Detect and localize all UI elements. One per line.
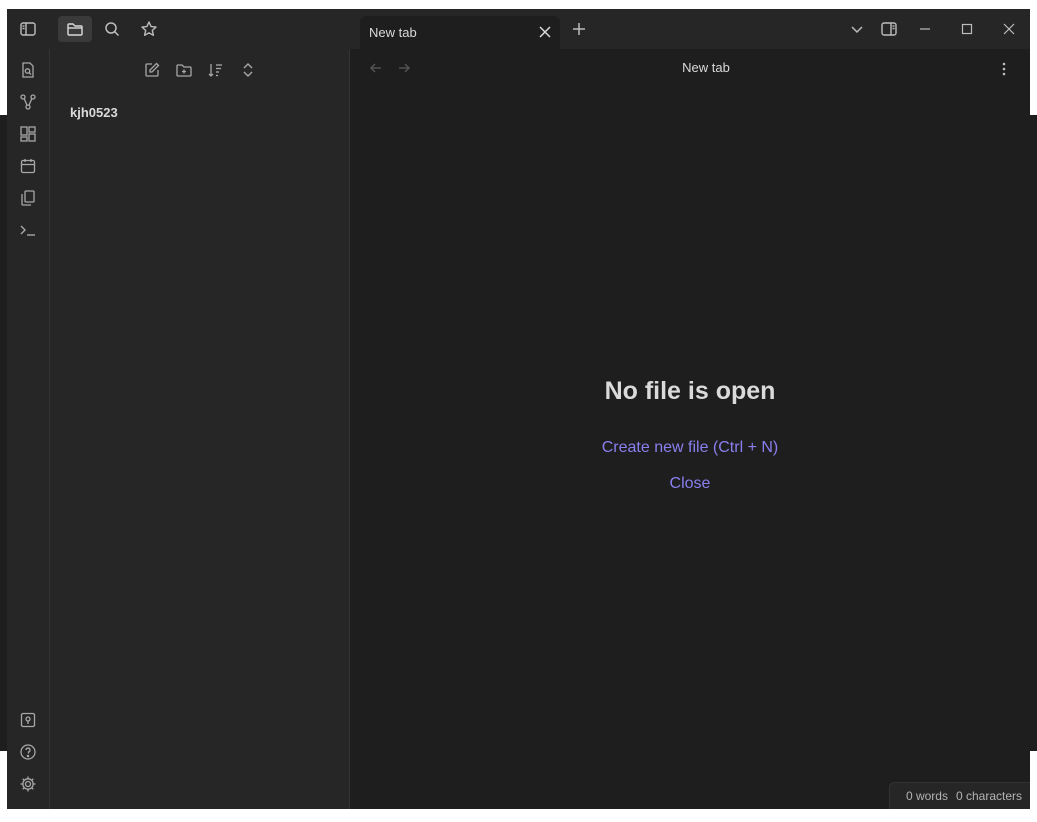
graph-view-button[interactable]	[18, 92, 38, 112]
open-quick-switcher-icon	[19, 61, 37, 79]
maximize-button[interactable]	[957, 19, 977, 39]
view-title: New tab	[682, 60, 730, 75]
expand-collapse-button[interactable]	[238, 60, 258, 80]
settings-icon	[19, 775, 37, 793]
file-explorer-button[interactable]	[58, 16, 92, 42]
create-new-file-link[interactable]: Create new file (Ctrl + N)	[350, 439, 1030, 457]
help-icon	[19, 743, 37, 761]
sort-icon	[207, 61, 225, 79]
bookmarks-button[interactable]	[132, 16, 166, 42]
canvas-button[interactable]	[18, 124, 38, 144]
status-bar: 0 words 0 characters	[888, 782, 1030, 809]
new-note-button[interactable]	[142, 60, 162, 80]
main-view: New tab No file is open Create new file …	[350, 49, 1030, 809]
close-icon[interactable]	[538, 25, 552, 39]
tab-list-dropdown[interactable]	[847, 19, 867, 39]
new-tab-button[interactable]	[562, 16, 596, 42]
close-window-button[interactable]	[999, 19, 1019, 39]
plus-icon	[572, 22, 586, 36]
minimize-icon	[919, 23, 931, 35]
desktop-left-strip	[0, 115, 7, 751]
title-bar: New tab	[7, 9, 1030, 49]
more-vertical-icon	[996, 61, 1012, 77]
close-icon	[1003, 23, 1015, 35]
vault-switcher-button[interactable]	[18, 710, 38, 730]
command-palette-icon	[19, 221, 37, 239]
folder-icon	[66, 20, 84, 38]
word-count: 0 words	[905, 789, 948, 803]
sidebar-right-icon	[880, 20, 898, 38]
new-folder-button[interactable]	[174, 60, 194, 80]
desktop-right-strip	[1030, 115, 1037, 751]
templates-icon	[19, 189, 37, 207]
star-icon	[140, 20, 158, 38]
graph-view-icon	[19, 93, 37, 111]
templates-button[interactable]	[18, 188, 38, 208]
close-link[interactable]: Close	[350, 475, 1030, 493]
toggle-right-sidebar-button[interactable]	[879, 19, 899, 39]
tab-title: New tab	[369, 25, 417, 40]
search-button[interactable]	[95, 16, 129, 42]
obsidian-window: New tab kjh0523 New tab No file is open …	[7, 9, 1030, 809]
more-options-button[interactable]	[994, 59, 1014, 79]
daily-note-icon	[19, 157, 37, 175]
canvas-icon	[19, 125, 37, 143]
chevron-down-icon	[850, 22, 864, 36]
daily-note-button[interactable]	[18, 156, 38, 176]
new-folder-icon	[175, 61, 193, 79]
vault-switcher-icon	[19, 711, 37, 729]
character-count: 0 characters	[955, 789, 1022, 803]
maximize-icon	[961, 23, 973, 35]
left-ribbon	[7, 49, 50, 809]
sidebar-left-icon	[19, 20, 37, 38]
minimize-button[interactable]	[915, 19, 935, 39]
vault-name[interactable]: kjh0523	[70, 105, 118, 120]
toggle-left-sidebar-button[interactable]	[11, 16, 45, 42]
expand-collapse-icon	[239, 61, 257, 79]
help-button[interactable]	[18, 742, 38, 762]
tab-new-tab[interactable]: New tab	[360, 16, 560, 49]
quick-switcher-button[interactable]	[18, 60, 38, 80]
sort-button[interactable]	[206, 60, 226, 80]
search-icon	[103, 20, 121, 38]
file-explorer-pane: kjh0523	[50, 49, 350, 809]
settings-button[interactable]	[18, 774, 38, 794]
new-note-icon	[143, 61, 161, 79]
empty-state-title: No file is open	[604, 377, 776, 405]
command-palette-button[interactable]	[18, 220, 38, 240]
